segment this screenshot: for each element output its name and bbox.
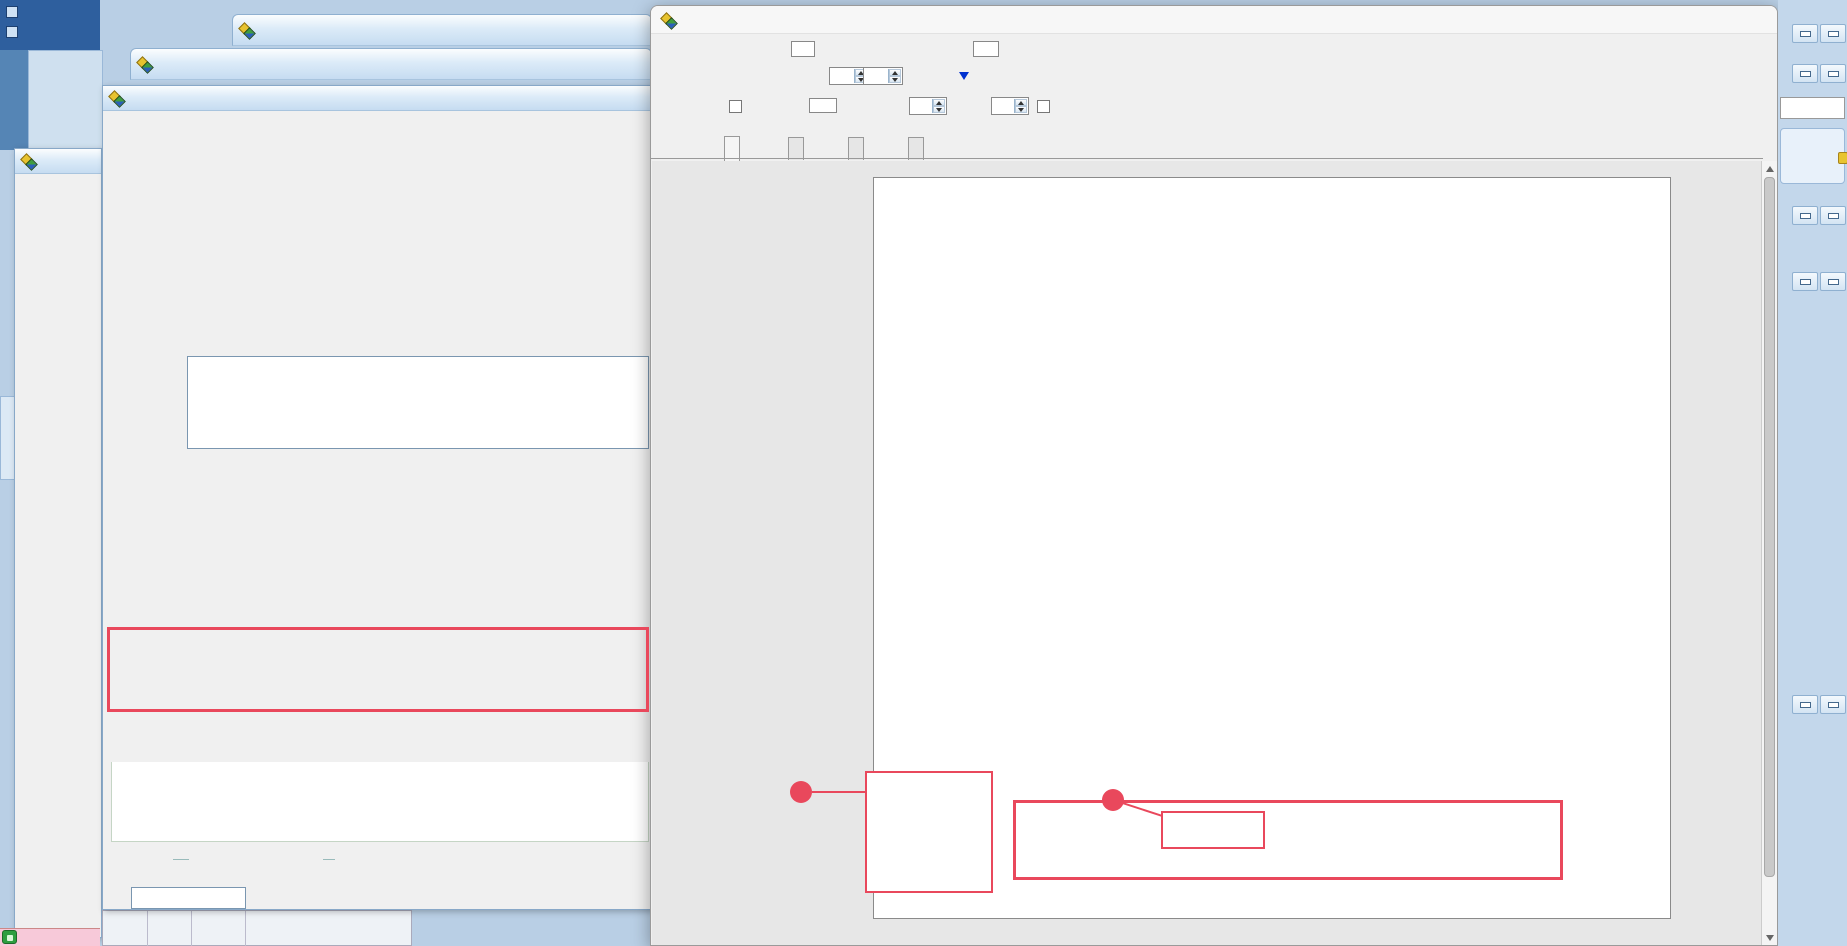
window-self-schedule xyxy=(14,148,102,938)
warning-icon xyxy=(1838,152,1847,164)
window-report-preview xyxy=(650,5,1778,946)
annotation-note-1 xyxy=(865,771,993,893)
close-button[interactable] xyxy=(1743,6,1777,34)
divider xyxy=(147,911,148,946)
maximize-button[interactable] xyxy=(1697,6,1731,34)
report-titlebar xyxy=(651,6,1778,34)
panel-fragment xyxy=(1780,128,1845,184)
spinner-icon[interactable] xyxy=(1014,99,1027,113)
minimize-button[interactable] xyxy=(1792,272,1818,291)
tab-extended-detail-data[interactable] xyxy=(908,137,924,160)
maximize-button[interactable] xyxy=(1820,272,1846,291)
maximize-button[interactable] xyxy=(1820,64,1846,83)
app-icon xyxy=(137,57,152,71)
background-footer-strip xyxy=(102,910,412,946)
spinner-icon[interactable] xyxy=(932,99,945,113)
remark-textarea[interactable] xyxy=(187,356,649,449)
no-partial-page-checkbox[interactable] xyxy=(1037,100,1050,113)
divider xyxy=(651,158,1763,159)
maximize-button[interactable] xyxy=(1820,24,1846,43)
background-window-fragment xyxy=(28,50,103,150)
annotation-highlight-form-rows xyxy=(107,627,649,712)
minimize-button[interactable] xyxy=(1792,206,1818,225)
background-window-fragment xyxy=(0,50,28,150)
maximize-button[interactable] xyxy=(1820,206,1846,225)
tab-strip xyxy=(651,137,1778,161)
vertical-scrollbar[interactable] xyxy=(1761,161,1777,946)
background-window-button[interactable] xyxy=(6,26,18,38)
desktop xyxy=(0,0,1847,946)
rows-per-page-checkbox[interactable] xyxy=(729,100,742,113)
icon-dot xyxy=(7,935,13,941)
tab-detail-data[interactable] xyxy=(848,137,864,160)
filter-checkbox-list xyxy=(15,149,102,938)
spinner-icon[interactable] xyxy=(888,69,901,83)
rows-per-page-input[interactable] xyxy=(809,98,837,113)
input-fragment[interactable] xyxy=(1780,97,1845,119)
grid-body xyxy=(111,762,649,842)
divider xyxy=(191,911,192,946)
minimize-button[interactable] xyxy=(1651,6,1685,34)
page-number-input[interactable] xyxy=(791,41,815,57)
app-icon xyxy=(239,23,254,37)
annotation-highlight-report-rows xyxy=(1013,800,1563,880)
annotation-marker-2 xyxy=(1102,789,1124,811)
window-production-dispatch xyxy=(102,85,652,910)
scroll-up-icon[interactable] xyxy=(1766,166,1774,172)
annotation-line xyxy=(812,791,865,793)
entry-date-value xyxy=(323,859,335,860)
background-window-button[interactable] xyxy=(6,6,18,18)
bottom-input[interactable] xyxy=(131,887,246,909)
maximize-button[interactable] xyxy=(1820,695,1846,714)
window-sales-order[interactable] xyxy=(130,48,652,80)
scrollbar-thumb[interactable] xyxy=(1764,177,1775,877)
tab-parameter-data[interactable] xyxy=(788,137,804,160)
minimize-button[interactable] xyxy=(1792,24,1818,43)
background-right-strip xyxy=(1778,0,1847,946)
split-horizontal-spinner[interactable] xyxy=(909,97,947,115)
minimize-button[interactable] xyxy=(1792,695,1818,714)
split-vertical-spinner[interactable] xyxy=(991,97,1029,115)
entry-by-value xyxy=(173,859,189,860)
window-production-calc[interactable] xyxy=(232,14,652,46)
preview-area xyxy=(652,161,1762,946)
print-to-spinner[interactable] xyxy=(863,67,903,85)
annotation-note-2 xyxy=(1161,811,1265,849)
scroll-down-icon[interactable] xyxy=(1766,935,1774,941)
divider xyxy=(245,911,246,946)
minimize-button[interactable] xyxy=(1792,64,1818,83)
taskbar-app-icon[interactable] xyxy=(2,930,17,944)
more-functions-arrow-icon[interactable] xyxy=(959,72,969,80)
annotation-marker-1 xyxy=(790,781,812,803)
copies-input[interactable] xyxy=(973,41,999,57)
